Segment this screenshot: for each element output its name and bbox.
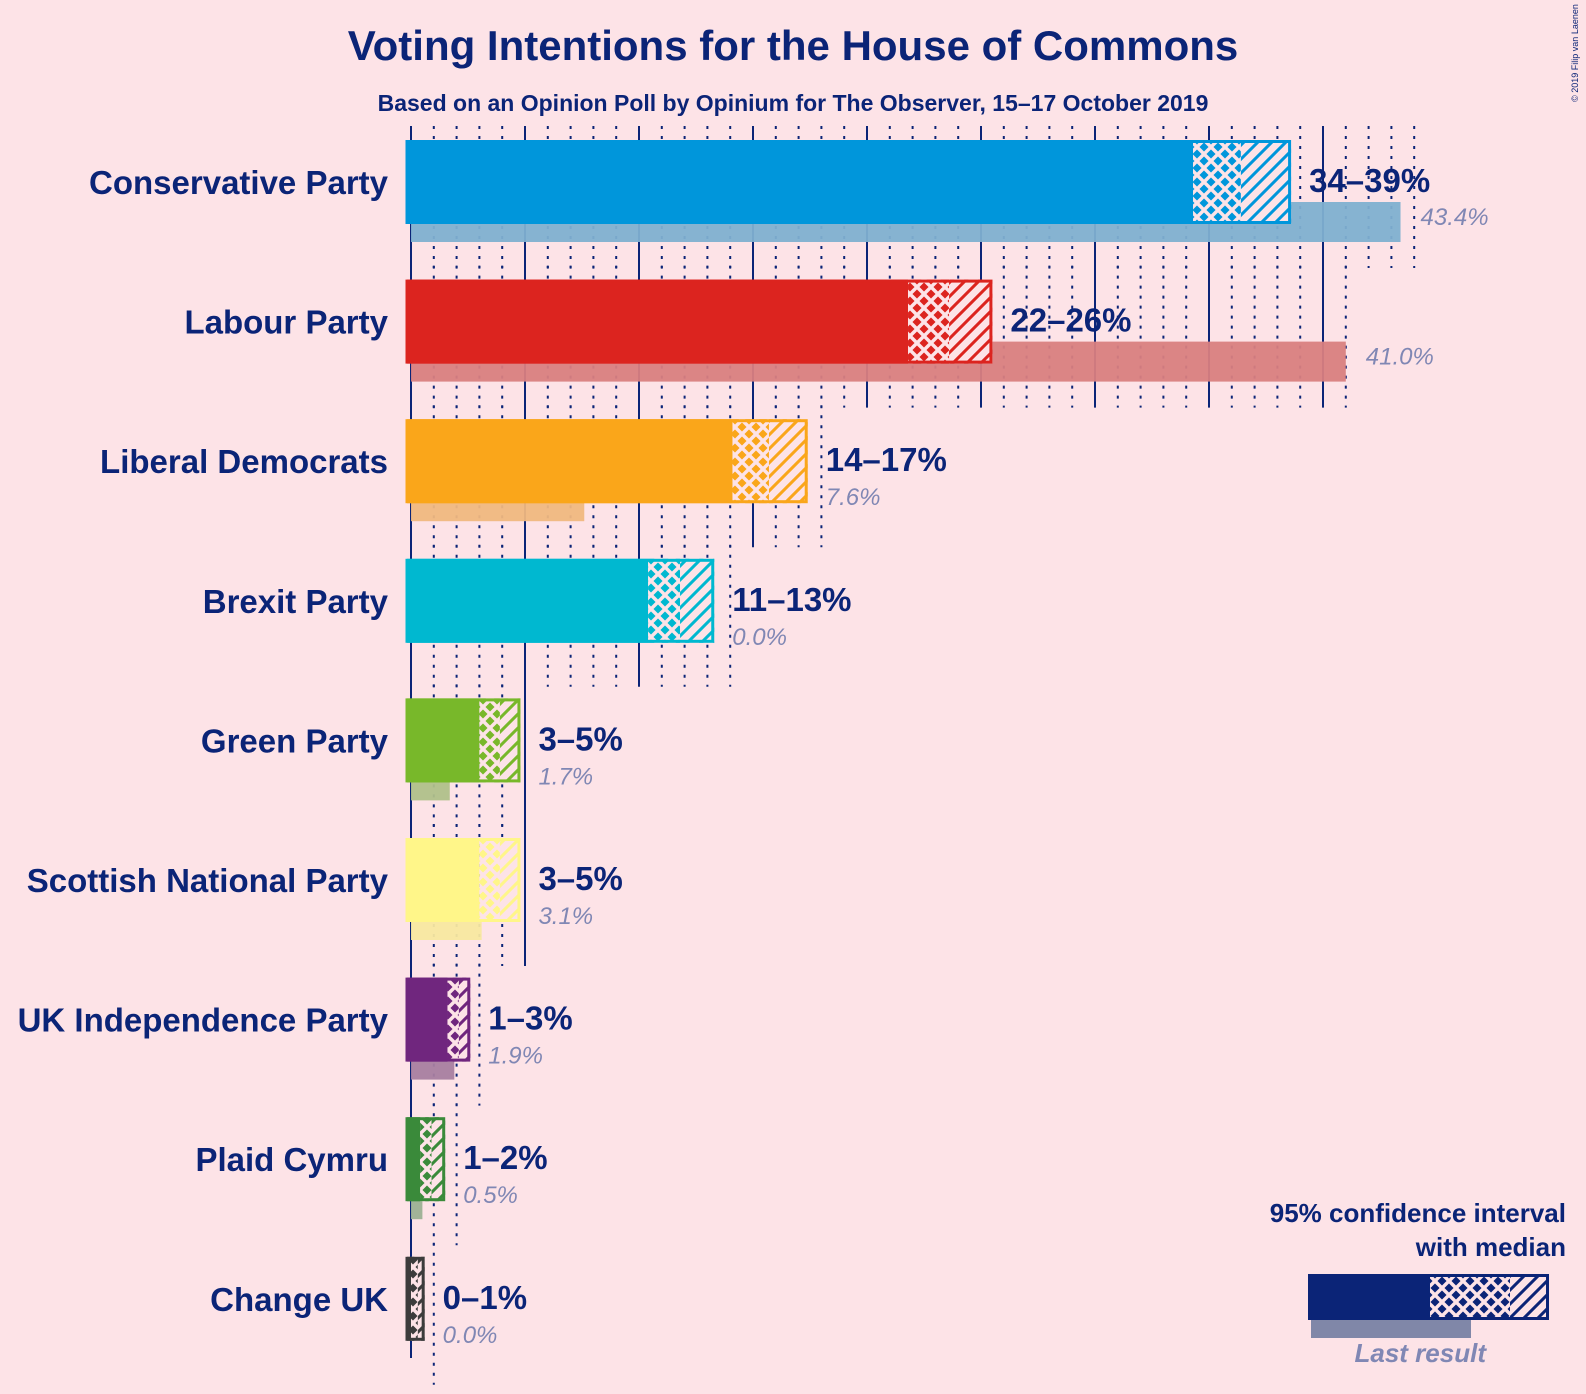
ci-solid-bar [407,279,909,364]
legend-diag-swatch [1510,1274,1548,1320]
ci-label: 14–17% [826,441,947,478]
ci-lower-hatch [420,1117,432,1202]
ci-solid-bar [407,1117,421,1202]
ci-upper-hatch [499,838,521,922]
last-result-label: 43.4% [1421,204,1489,231]
ci-upper-hatch [1240,140,1292,224]
ci-label: 22–26% [1010,302,1131,339]
ci-lower-hatch [1193,140,1241,224]
ci-label: 34–39% [1309,162,1430,199]
ci-solid-bar [407,558,649,643]
last-result-label: 0.5% [463,1182,518,1209]
ci-lower-hatch [479,838,500,922]
ci-lower-hatch [447,977,459,1062]
chart: Conservative Party 34–39% 43.4% Labour Part… [18,126,1566,1385]
ci-lower-hatch [908,279,950,364]
party-label: Liberal Democrats [100,443,388,480]
last-result-label: 3.1% [538,903,593,930]
party-label: UK Independence Party [18,1002,389,1039]
ci-solid-bar [407,977,448,1062]
last-result-label: 1.9% [488,1043,543,1070]
last-result-label: 41.0% [1366,344,1434,371]
last-result-label: 0.0% [443,1322,498,1349]
ci-upper-hatch [499,698,521,783]
party-label: Conservative Party [89,164,389,201]
legend: 95% confidence interval with median Last… [1270,1198,1566,1368]
party-label: Scottish National Party [27,862,389,899]
ci-lower-hatch [411,1256,418,1341]
ci-label: 1–2% [463,1139,547,1176]
ci-label: 11–13% [732,581,851,618]
party-label: Labour Party [184,304,388,341]
ci-label: 3–5% [538,860,622,897]
ci-solid-bar [407,838,480,922]
ci-solid-bar [407,698,480,783]
last-result-label: 0.0% [732,624,787,651]
ci-upper-hatch [680,558,715,643]
ci-upper-hatch [949,279,993,364]
ci-solid-bar [407,140,1194,224]
ci-solid-bar [407,419,733,504]
last-result-label: 7.6% [826,484,881,511]
ci-label: 0–1% [443,1279,527,1316]
ci-lower-hatch [732,419,769,504]
legend-last-result-swatch [1311,1320,1471,1338]
last-result-label: 1.7% [538,763,593,790]
party-label: Change UK [210,1281,388,1318]
ci-lower-hatch [648,558,681,643]
legend-line2: with median [1415,1232,1566,1262]
legend-last-result: Last result [1355,1338,1488,1368]
legend-cross-swatch [1430,1274,1510,1320]
ci-label: 3–5% [538,720,622,757]
party-label: Green Party [201,722,389,759]
party-label: Brexit Party [203,583,389,620]
ci-upper-hatch [768,419,808,504]
party-label: Plaid Cymru [195,1141,388,1178]
ci-lower-hatch [479,698,500,783]
legend-solid-swatch [1308,1274,1430,1320]
ci-label: 1–3% [488,1000,572,1037]
legend-line1: 95% confidence interval [1270,1198,1566,1228]
